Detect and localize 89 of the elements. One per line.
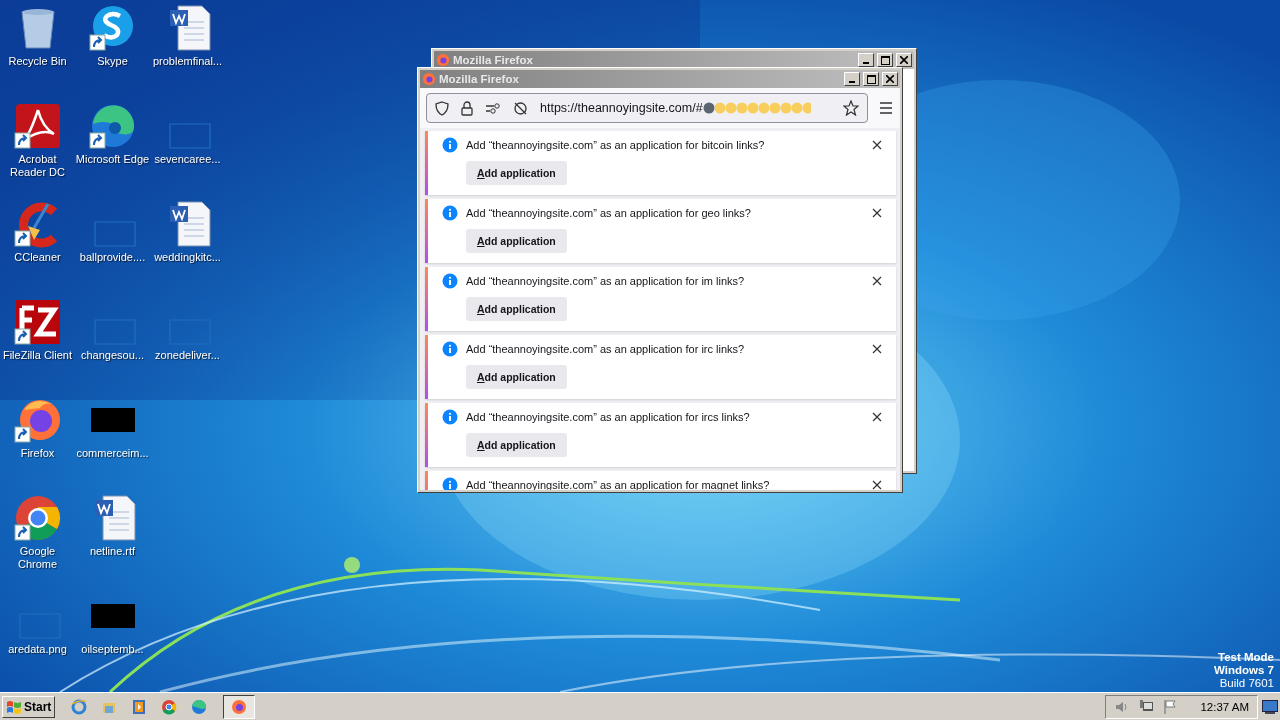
quick-launch-button[interactable] xyxy=(71,698,88,715)
system-info-text: Build 7601 xyxy=(1219,677,1274,690)
close-icon xyxy=(872,412,882,422)
notification-text: Add “theannoyingsite.com” as an application for geo links? xyxy=(466,207,752,219)
maximize-button[interactable] xyxy=(863,72,879,86)
clock-text: 12:37 AM xyxy=(1200,700,1249,713)
fox-globe-icon xyxy=(422,72,436,86)
close-button[interactable] xyxy=(870,274,884,288)
close-button[interactable] xyxy=(896,53,912,67)
close-icon xyxy=(886,75,894,83)
icon-label: Skype xyxy=(97,55,128,68)
add-application-button[interactable]: Add application xyxy=(466,365,567,389)
add-application-button[interactable]: Add application xyxy=(466,297,567,321)
blocked-eye-icon xyxy=(513,100,528,116)
close-icon xyxy=(872,276,882,286)
icon-label: Google Chrome xyxy=(16,545,59,571)
wave-browser-icon xyxy=(191,698,208,715)
icon-label: zonedeliver... xyxy=(155,349,220,362)
maximize-icon xyxy=(880,55,890,65)
icon-label: problemfinal... xyxy=(152,55,223,68)
quick-launch-button[interactable] xyxy=(191,698,208,715)
pdf-app-icon[interactable] xyxy=(13,102,62,150)
close-button[interactable] xyxy=(870,478,884,490)
icon-label: commerceim... xyxy=(76,447,149,460)
star-icon[interactable] xyxy=(843,100,859,116)
flag-icon[interactable] xyxy=(1162,698,1179,715)
add-application-button[interactable]: Add application xyxy=(466,433,567,457)
close-button[interactable] xyxy=(882,72,898,86)
quick-launch-button[interactable] xyxy=(161,698,178,715)
icon-label: FileZilla Client xyxy=(2,349,73,362)
minimize-button[interactable] xyxy=(844,72,860,86)
fox-globe-icon xyxy=(436,53,450,67)
start-logo-icon xyxy=(6,699,22,714)
menu-icon[interactable] xyxy=(878,101,894,115)
info-icon xyxy=(442,341,458,357)
taskbar-button[interactable] xyxy=(223,694,256,719)
window-title: Mozilla Firefox xyxy=(453,54,534,66)
shield-icon xyxy=(435,100,449,116)
close-icon xyxy=(900,56,908,64)
close-icon xyxy=(872,140,882,150)
maximize-button[interactable] xyxy=(877,53,893,67)
icon-label: oilseptemb... xyxy=(81,643,144,656)
media-player-icon xyxy=(131,698,148,715)
close-icon xyxy=(872,480,882,490)
notification-text: Add “theannoyingsite.com” as an application for irc links? xyxy=(466,343,746,355)
lock-icon xyxy=(461,100,473,116)
close-icon xyxy=(872,344,882,354)
system-info-text: Windows 7 xyxy=(1214,664,1274,677)
icon-label: ballprovide.... xyxy=(79,251,146,264)
info-icon xyxy=(442,137,458,153)
round-browser-icon[interactable] xyxy=(13,494,62,542)
info-icon xyxy=(442,205,458,221)
notification-text: Add “theannoyingsite.com” as an application for bitcoin links? xyxy=(466,139,766,151)
icon-label: changesou... xyxy=(81,349,144,362)
system-info-text: Test Mode xyxy=(1218,651,1274,664)
icon-label: netline.rtf xyxy=(89,545,136,558)
info-icon xyxy=(442,273,458,289)
close-button[interactable] xyxy=(870,410,884,424)
fz-app-icon[interactable] xyxy=(13,298,62,346)
add-application-button[interactable]: Add application xyxy=(466,229,567,253)
quick-launch-button[interactable] xyxy=(131,698,148,715)
add-application-button[interactable]: Add application xyxy=(466,161,567,185)
address-bar[interactable]: https://theannoyingsite.com/# xyxy=(426,93,868,123)
icon-label: Firefox xyxy=(20,447,55,460)
permissions-icon xyxy=(485,102,501,114)
icon-label: weddingkitc... xyxy=(154,251,221,264)
maximize-icon xyxy=(866,74,876,84)
url-text: https://theannoyingsite.com/# xyxy=(540,101,703,115)
info-icon xyxy=(442,409,458,425)
icon-label: Acrobat Reader DC xyxy=(9,153,66,179)
close-icon xyxy=(872,208,882,218)
icon-label: Recycle Bin xyxy=(8,55,67,68)
wave-browser-icon[interactable] xyxy=(88,102,137,150)
start-button[interactable]: Start xyxy=(2,695,56,718)
icon-label: Microsoft Edge xyxy=(75,153,150,166)
icon-label: sevencaree... xyxy=(154,153,221,166)
fox-globe-icon xyxy=(231,698,248,715)
close-button[interactable] xyxy=(870,206,884,220)
close-button[interactable] xyxy=(870,342,884,356)
notification-text: Add “theannoyingsite.com” as an application for im links? xyxy=(466,275,746,287)
minimize-button[interactable] xyxy=(858,53,874,67)
globe-e-icon xyxy=(71,698,88,715)
icon-label: aredata.png xyxy=(8,643,67,656)
round-browser-icon xyxy=(161,698,178,715)
close-button[interactable] xyxy=(870,138,884,152)
notification-text: Add “theannoyingsite.com” as an application for ircs links? xyxy=(466,411,751,423)
show-desktop-icon[interactable] xyxy=(1262,699,1278,714)
window-title: Mozilla Firefox xyxy=(439,73,520,85)
icon-label: CCleaner xyxy=(14,251,61,264)
